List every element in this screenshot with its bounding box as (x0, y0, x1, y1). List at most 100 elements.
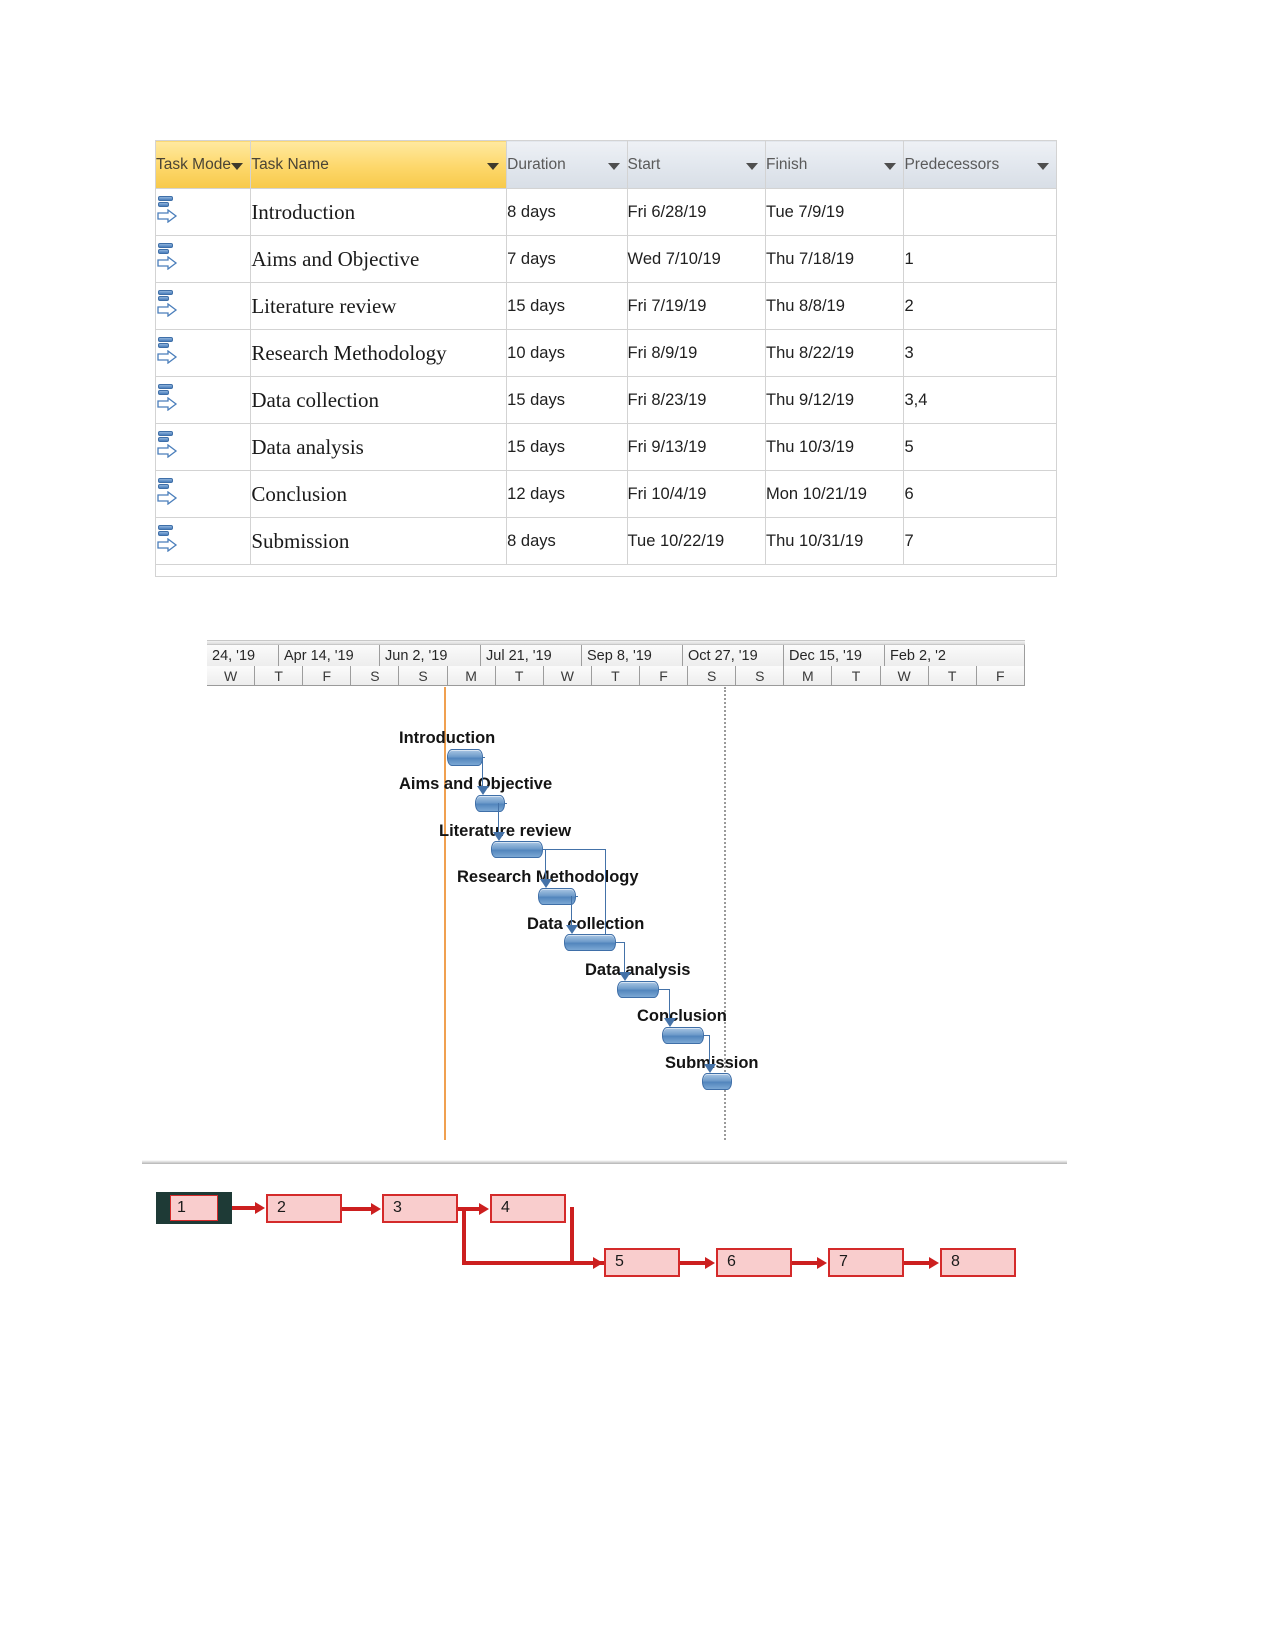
timescale-day-cell: F (977, 666, 1025, 685)
cell-duration[interactable]: 15 days (506, 282, 628, 330)
cell-task-mode[interactable] (154, 282, 252, 330)
cell-task-name[interactable]: Research Methodology (250, 329, 508, 377)
network-node[interactable]: 6 (716, 1248, 792, 1277)
network-node[interactable]: 4 (490, 1194, 566, 1223)
column-header-start[interactable]: Start (626, 140, 767, 189)
cell-duration[interactable]: 10 days (506, 329, 628, 377)
column-header-finish[interactable]: Finish (764, 140, 905, 189)
cell-finish[interactable]: Thu 9/12/19 (764, 376, 905, 424)
cell-predecessors[interactable]: 3,4 (903, 376, 1057, 424)
cell-task-name[interactable]: Literature review (250, 282, 508, 330)
network-node[interactable]: 1 (156, 1192, 232, 1224)
column-header-duration[interactable]: Duration (506, 140, 628, 189)
gantt-bar[interactable] (447, 749, 483, 766)
gantt-bar[interactable] (617, 981, 659, 998)
cell-task-mode[interactable] (154, 470, 252, 518)
cell-duration[interactable]: 8 days (506, 188, 628, 236)
cell-duration[interactable]: 8 days (506, 517, 628, 565)
table-row[interactable]: Research Methodology 10 days Fri 8/9/19 Thu… (154, 329, 1057, 377)
timescale-day-cell: F (640, 666, 689, 685)
network-edge-arrow (705, 1256, 715, 1269)
cell-predecessors[interactable]: 5 (903, 423, 1057, 471)
table-row[interactable]: Literature review 15 days Fri 7/19/19 Thu 8… (154, 282, 1057, 330)
cell-task-name[interactable]: Data collection (250, 376, 508, 424)
cell-start[interactable]: Fri 8/9/19 (626, 329, 767, 377)
table-row[interactable]: Data analysis 15 days Fri 9/13/19 Thu 10/3/… (154, 423, 1057, 471)
cell-duration[interactable]: 12 days (506, 470, 628, 518)
cell-task-mode[interactable] (154, 517, 252, 565)
cell-predecessors[interactable]: 3 (903, 329, 1057, 377)
chevron-down-icon[interactable] (1037, 162, 1049, 170)
task-table: Task Mode Task Name Duration Start Finis… (154, 140, 1057, 577)
network-node[interactable]: 7 (828, 1248, 904, 1277)
cell-predecessors[interactable]: 2 (903, 282, 1057, 330)
timescale-day-cell: W (881, 666, 929, 685)
network-node[interactable]: 5 (604, 1248, 680, 1277)
gantt-bar[interactable] (702, 1073, 732, 1090)
gantt-bar[interactable] (662, 1027, 704, 1044)
chevron-down-icon[interactable] (487, 162, 500, 170)
table-row[interactable]: Data collection 15 days Fri 8/23/19 Thu 9/1… (154, 376, 1057, 424)
chevron-down-icon[interactable] (607, 162, 620, 170)
cell-finish[interactable]: Thu 10/3/19 (764, 423, 905, 471)
cell-task-mode[interactable] (154, 423, 252, 471)
cell-finish[interactable]: Thu 7/18/19 (764, 235, 905, 283)
cell-duration[interactable]: 15 days (506, 423, 628, 471)
chevron-down-icon[interactable] (231, 162, 244, 170)
cell-task-name[interactable]: Submission (250, 517, 508, 565)
chevron-down-icon[interactable] (884, 162, 897, 170)
timescale-day-cell: T (496, 666, 544, 685)
gantt-bar[interactable] (564, 934, 616, 951)
cell-finish[interactable]: Thu 8/8/19 (764, 282, 905, 330)
cell-start[interactable]: Fri 7/19/19 (626, 282, 767, 330)
cell-finish[interactable]: Mon 10/21/19 (764, 470, 905, 518)
table-row[interactable]: Introduction 8 days Fri 6/28/19 Tue 7/9/19 (154, 188, 1057, 236)
column-header-predecessors[interactable]: Predecessors (903, 140, 1057, 189)
column-header-task-mode[interactable]: Task Mode (154, 140, 252, 189)
auto-schedule-icon (156, 477, 178, 506)
cell-task-name[interactable]: Aims and Objective (250, 235, 508, 283)
gantt-link-arrow (477, 786, 489, 795)
cell-duration[interactable]: 15 days (506, 376, 628, 424)
cell-task-mode[interactable] (154, 376, 252, 424)
table-row[interactable]: Submission 8 days Tue 10/22/19 Thu 10/31/19… (154, 517, 1057, 565)
cell-task-name[interactable]: Conclusion (250, 470, 508, 518)
gantt-bar[interactable] (475, 795, 505, 812)
table-row[interactable]: Conclusion 12 days Fri 10/4/19 Mon 10/21/19… (154, 470, 1057, 518)
cell-task-name[interactable]: Data analysis (250, 423, 508, 471)
gantt-bar[interactable] (491, 841, 543, 858)
gantt-link-arrow (566, 925, 578, 934)
cell-task-mode[interactable] (154, 329, 252, 377)
cell-start[interactable]: Fri 6/28/19 (626, 188, 767, 236)
cell-task-mode[interactable] (154, 235, 252, 283)
cell-task-mode[interactable] (154, 188, 252, 236)
network-node-label: 1 (170, 1195, 218, 1221)
timescale-month-cell: Feb 2, '2 (885, 645, 1025, 666)
cell-finish[interactable]: Tue 7/9/19 (764, 188, 905, 236)
cell-predecessors[interactable]: 7 (903, 517, 1057, 565)
cell-predecessors[interactable] (903, 188, 1057, 236)
column-header-task-name[interactable]: Task Name (250, 140, 508, 189)
cell-start[interactable]: Tue 10/22/19 (626, 517, 767, 565)
task-table-container: Task Mode Task Name Duration Start Finis… (154, 140, 1057, 577)
network-node[interactable]: 8 (940, 1248, 1016, 1277)
network-edge (462, 1260, 594, 1265)
cell-duration[interactable]: 7 days (506, 235, 628, 283)
cell-start[interactable]: Fri 10/4/19 (626, 470, 767, 518)
cell-start[interactable]: Fri 8/23/19 (626, 376, 767, 424)
table-body: Introduction 8 days Fri 6/28/19 Tue 7/9/19 … (154, 188, 1057, 577)
gantt-link-horizontal (576, 896, 578, 897)
cell-finish[interactable]: Thu 8/22/19 (764, 329, 905, 377)
timescale-month-cell: Oct 27, '19 (683, 645, 784, 666)
cell-finish[interactable]: Thu 10/31/19 (764, 517, 905, 565)
cell-start[interactable]: Wed 7/10/19 (626, 235, 767, 283)
network-node[interactable]: 3 (382, 1194, 458, 1223)
table-row[interactable]: Aims and Objective 7 days Wed 7/10/19 Thu 7… (154, 235, 1057, 283)
cell-predecessors[interactable]: 1 (903, 235, 1057, 283)
network-edge (342, 1206, 372, 1211)
cell-task-name[interactable]: Introduction (250, 188, 508, 236)
cell-start[interactable]: Fri 9/13/19 (626, 423, 767, 471)
chevron-down-icon[interactable] (746, 162, 758, 170)
cell-predecessors[interactable]: 6 (903, 470, 1057, 518)
network-node[interactable]: 2 (266, 1194, 342, 1223)
